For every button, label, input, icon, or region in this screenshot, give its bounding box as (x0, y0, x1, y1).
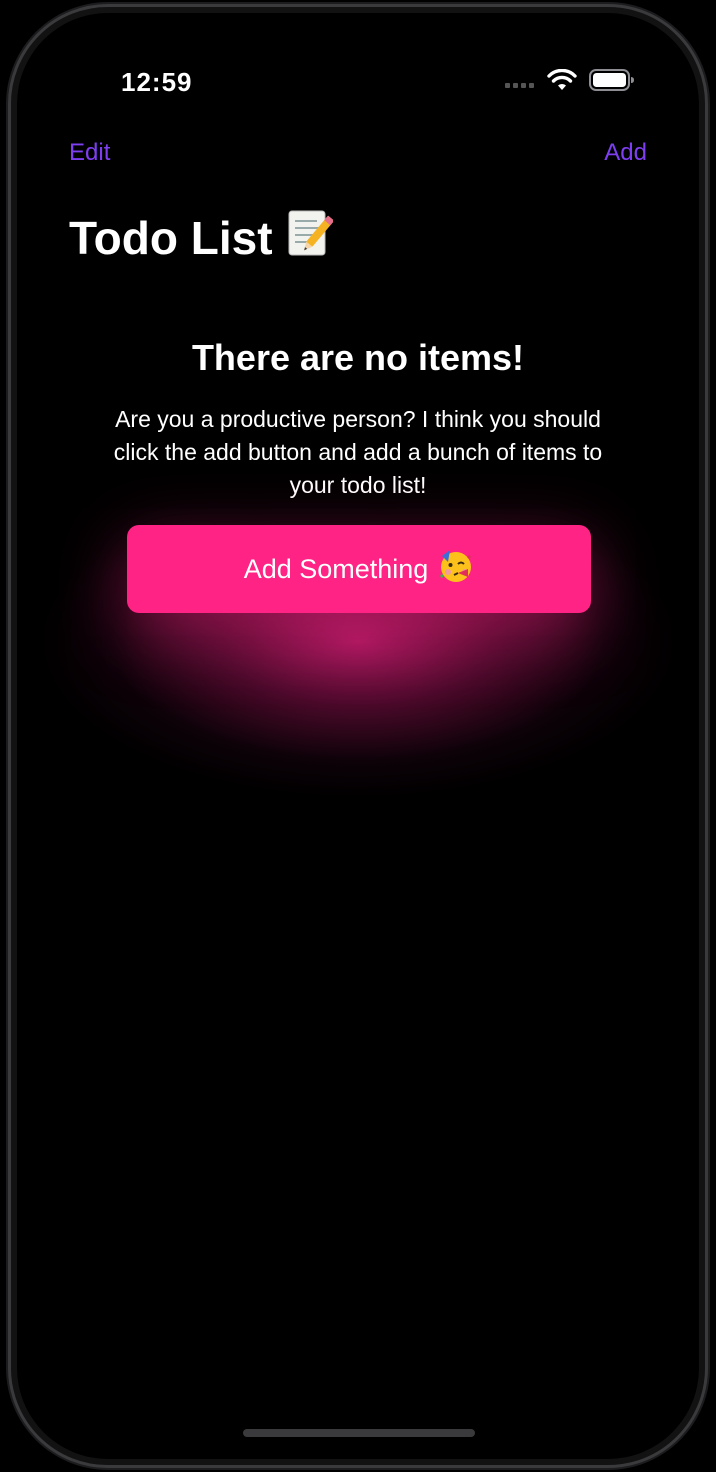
phone-frame: 12:59 Edit Add Todo List There are no it… (8, 4, 708, 1468)
status-icons (505, 68, 635, 96)
add-something-button[interactable]: Add Something (127, 525, 591, 613)
page-title: Todo List (69, 207, 334, 268)
status-bar: 12:59 (21, 17, 695, 127)
empty-state: There are no items! Are you a productive… (21, 337, 695, 502)
status-time: 12:59 (121, 67, 193, 97)
navigation-bar: Edit Add (21, 139, 695, 179)
edit-button[interactable]: Edit (69, 139, 110, 167)
memo-icon (287, 207, 334, 268)
add-something-label: Add Something (243, 553, 429, 584)
battery-icon (589, 69, 635, 96)
signal-icon (505, 71, 535, 94)
wifi-icon (547, 68, 577, 96)
add-button[interactable]: Add (604, 139, 647, 167)
page-title-text: Todo List (69, 211, 273, 264)
empty-state-message: Are you a productive person? I think you… (113, 406, 603, 498)
home-indicator[interactable] (243, 1429, 475, 1437)
screen: 12:59 Edit Add Todo List There are no it… (21, 17, 695, 1455)
empty-state-title: There are no items! (191, 337, 525, 378)
partying-face-icon (438, 548, 474, 591)
